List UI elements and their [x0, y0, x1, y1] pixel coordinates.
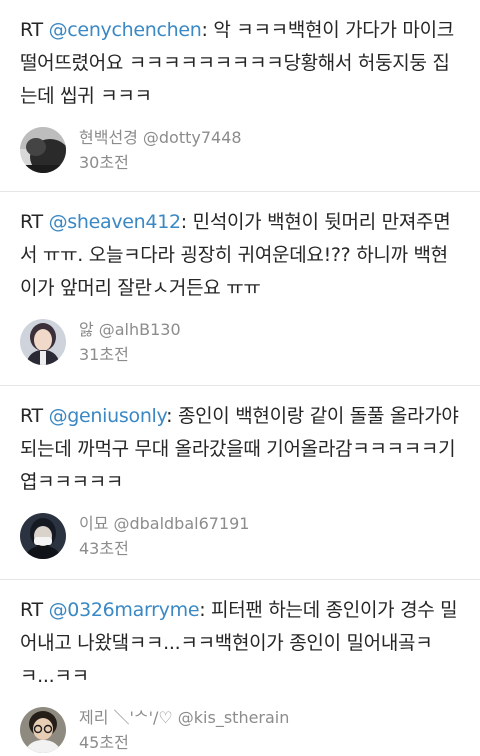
user-avatar-portrait-photo-icon	[20, 319, 66, 365]
tweet-card[interactable]: RT @cenychenchen: 악 ㅋㅋㅋ백현이 가다가 마이크 떨어뜨렸어…	[0, 0, 480, 192]
timestamp: 30초전	[79, 153, 129, 172]
avatar[interactable]	[20, 707, 66, 753]
timestamp: 43초전	[79, 539, 129, 558]
tweet-card[interactable]: RT @sheaven412: 민석이가 백현이 뒷머리 만져주면서 ㅠㅠ. 오…	[0, 192, 480, 386]
meta-text: 앓 @alhB130 31초전	[79, 317, 181, 367]
timestamp: 45초전	[79, 733, 129, 752]
retweet-prefix: RT	[20, 19, 49, 41]
tweet-meta: 앓 @alhB130 31초전	[20, 317, 460, 367]
retweet-prefix: RT	[20, 211, 49, 233]
user-line[interactable]: 앓 @alhB130	[79, 317, 181, 342]
display-name: 앓	[79, 320, 94, 339]
tweet-text: RT @sheaven412: 민석이가 백현이 뒷머리 만져주면서 ㅠㅠ. 오…	[20, 206, 460, 305]
timestamp: 31초전	[79, 345, 129, 364]
display-name: 이묘	[79, 514, 109, 533]
meta-text: 이묘 @dbaldbal67191 43초전	[79, 511, 249, 561]
mention-link[interactable]: @cenychenchen	[49, 19, 202, 41]
timeline-feed: RT @cenychenchen: 악 ㅋㅋㅋ백현이 가다가 마이크 떨어뜨렸어…	[0, 0, 480, 756]
user-avatar-glasses-photo-icon	[20, 707, 66, 753]
user-handle: @alhB130	[98, 320, 181, 339]
user-handle: @dotty7448	[142, 128, 242, 147]
user-handle: @kis_stherain	[177, 708, 290, 727]
tweet-meta: 현백선경 @dotty7448 30초전	[20, 125, 460, 175]
user-handle: @dbaldbal67191	[113, 514, 250, 533]
tweet-meta: 이묘 @dbaldbal67191 43초전	[20, 511, 460, 561]
tweet-text: RT @geniusonly: 종인이 백현이랑 같이 돌풀 올라가야되는데 까…	[20, 400, 460, 499]
tweet-text: RT @cenychenchen: 악 ㅋㅋㅋ백현이 가다가 마이크 떨어뜨렸어…	[20, 14, 460, 113]
retweet-prefix: RT	[20, 599, 49, 621]
tweet-card[interactable]: RT @0326marryme: 피터팬 하는데 종인이가 경수 밀어내고 나왔…	[0, 580, 480, 756]
tweet-card[interactable]: RT @geniusonly: 종인이 백현이랑 같이 돌풀 올라가야되는데 까…	[0, 386, 480, 580]
mention-link[interactable]: @geniusonly	[49, 405, 167, 427]
tweet-text: RT @0326marryme: 피터팬 하는데 종인이가 경수 밀어내고 나왔…	[20, 594, 460, 693]
retweet-prefix: RT	[20, 405, 49, 427]
avatar[interactable]	[20, 513, 66, 559]
display-name: 제리 ＼'ᄉ'/♡	[79, 708, 173, 727]
meta-text: 현백선경 @dotty7448 30초전	[79, 125, 242, 175]
user-line[interactable]: 제리 ＼'ᄉ'/♡ @kis_stherain	[79, 705, 289, 730]
meta-text: 제리 ＼'ᄉ'/♡ @kis_stherain 45초전	[79, 705, 289, 755]
avatar[interactable]	[20, 319, 66, 365]
display-name: 현백선경	[79, 128, 138, 147]
user-avatar-masked-photo-icon	[20, 513, 66, 559]
tweet-meta: 제리 ＼'ᄉ'/♡ @kis_stherain 45초전	[20, 705, 460, 755]
user-line[interactable]: 현백선경 @dotty7448	[79, 125, 242, 150]
mention-link[interactable]: @0326marryme	[49, 599, 200, 621]
mention-link[interactable]: @sheaven412	[49, 211, 182, 233]
avatar[interactable]	[20, 127, 66, 173]
user-avatar-dark-photo-icon	[20, 127, 66, 173]
user-line[interactable]: 이묘 @dbaldbal67191	[79, 511, 249, 536]
